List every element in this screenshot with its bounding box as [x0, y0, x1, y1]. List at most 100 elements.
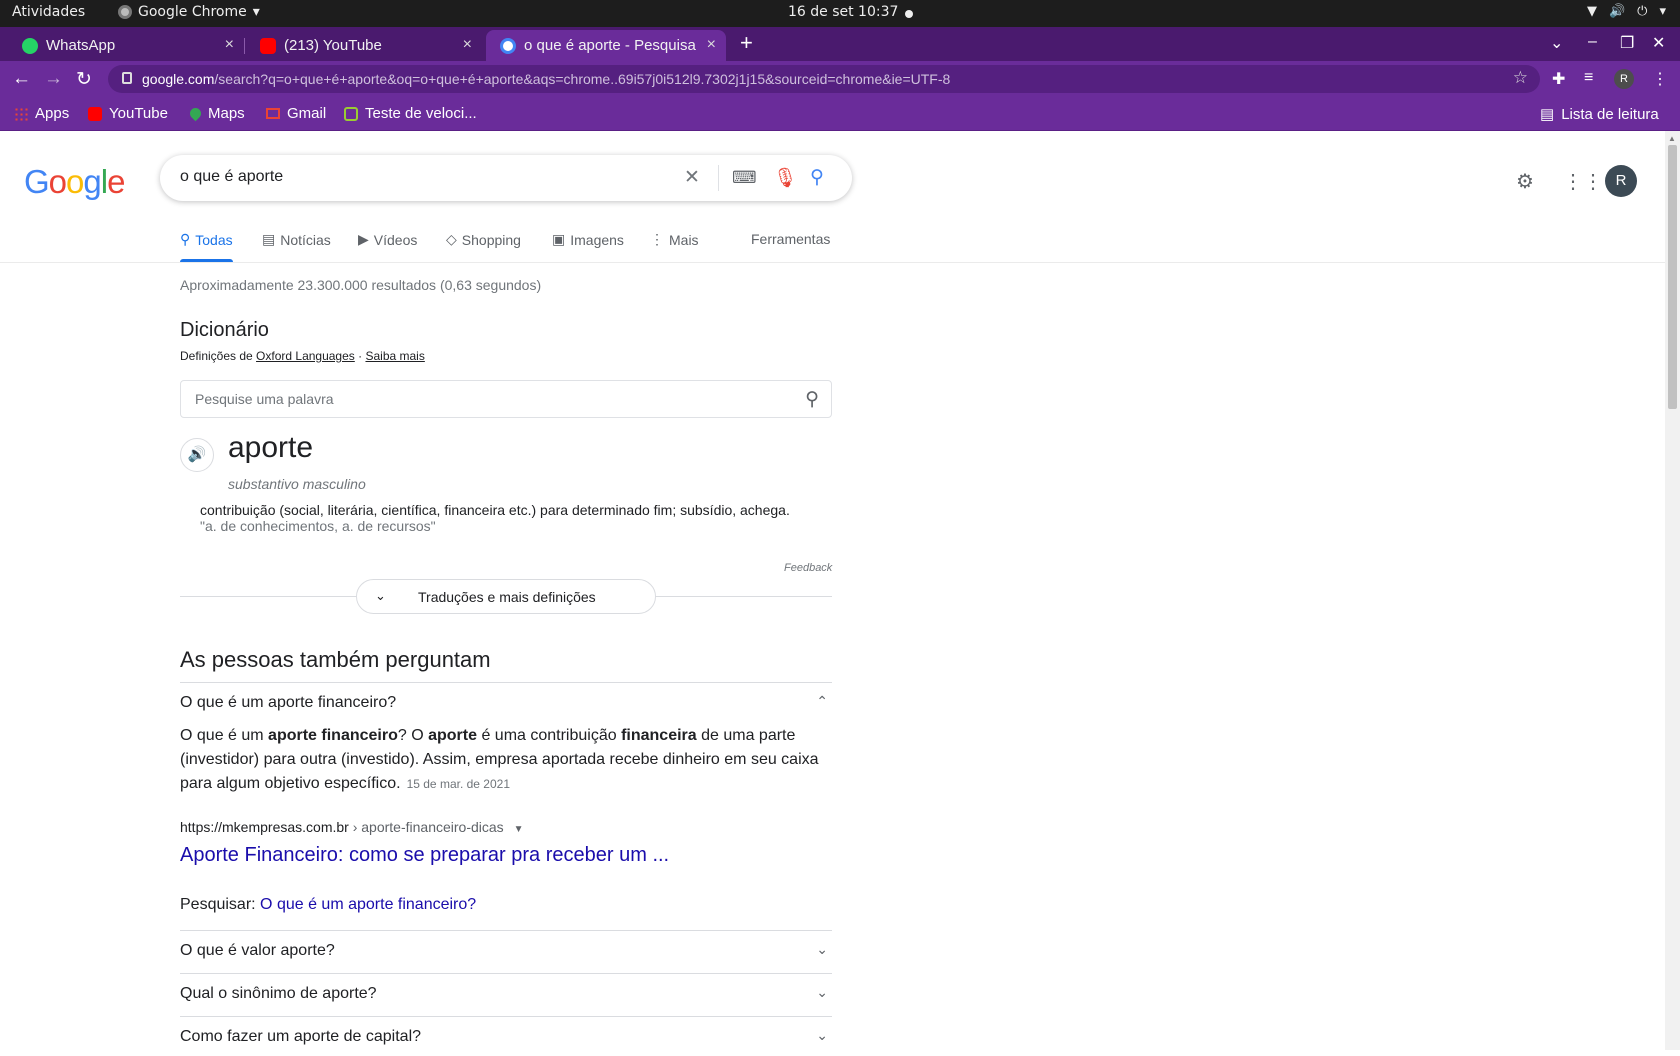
more-definitions-label: Traduções e mais definições [418, 589, 596, 605]
dictionary-search-input[interactable]: Pesquise uma palavra ⚲ [180, 380, 832, 418]
reading-list-label: Lista de leitura [1561, 105, 1659, 123]
tab-title: o que é aporte - Pesquisa [524, 37, 696, 54]
clock[interactable]: 16 de set 10:37 [788, 4, 898, 20]
result-cite[interactable]: https://mkempresas.com.br › aporte-finan… [180, 819, 523, 835]
bookmark-speedtest[interactable]: Teste de veloci... [344, 105, 477, 122]
question-text: Qual o sinônimo de aporte? [180, 985, 377, 1002]
paa-question-expanded[interactable]: O que é um aporte financeiro? ⌃ [180, 682, 832, 722]
part-of-speech: substantivo masculino [228, 476, 366, 492]
profile-avatar[interactable]: R [1614, 69, 1634, 89]
chevron-down-icon: ⌄ [375, 588, 386, 603]
tag-icon: ◇ [446, 231, 457, 247]
tab-more[interactable]: ⋮ Mais [650, 231, 699, 248]
tab-shopping[interactable]: ◇ Shopping [446, 231, 521, 248]
question-text: Como fazer um aporte de capital? [180, 1028, 422, 1045]
bookmark-gmail[interactable]: Gmail [266, 105, 326, 122]
media-queue-icon[interactable]: ≡ [1584, 69, 1593, 87]
navigation-bar: ← → ↻ google.com/search?q=o+que+é+aporte… [0, 61, 1680, 97]
lock-icon[interactable] [122, 72, 132, 84]
wifi-icon: ▼ [1586, 4, 1597, 19]
extensions-puzzle-icon[interactable]: ✚ [1552, 69, 1565, 89]
keyboard-icon[interactable]: ⌨ [732, 168, 757, 188]
close-icon[interactable]: × [707, 36, 716, 54]
clear-x-icon[interactable]: ✕ [684, 166, 700, 189]
video-play-icon: ▶ [358, 231, 369, 247]
youtube-icon [260, 37, 276, 54]
app-menu[interactable]: Google Chrome ▾ [118, 4, 260, 20]
bookmark-label: Maps [208, 105, 245, 122]
new-tab-button[interactable]: + [740, 30, 753, 56]
reload-icon[interactable]: ↻ [76, 68, 92, 91]
paa-question[interactable]: Qual o sinônimo de aporte? ⌄ [180, 973, 832, 1013]
tab-title: WhatsApp [46, 37, 116, 54]
search-box[interactable]: o que é aporte ✕ ⌨ 🎙 ⚲ [160, 155, 852, 201]
google-logo[interactable]: Google [24, 163, 125, 201]
bookmark-apps[interactable]: Apps [14, 105, 69, 122]
search-results-page: Google o que é aporte ✕ ⌨ 🎙 ⚲ ⚙ ⋮⋮⋮ R ⚲ T… [0, 131, 1680, 1050]
url-path: /search?q=o+que+é+aporte&oq=o+que+é+apor… [214, 71, 951, 87]
oxford-languages-link[interactable]: Oxford Languages [256, 349, 355, 363]
paa-question[interactable]: O que é valor aporte? ⌄ [180, 930, 832, 970]
scrollbar-thumb[interactable] [1668, 145, 1677, 409]
caret-down-icon[interactable]: ▼ [514, 824, 524, 835]
result-title-link[interactable]: Aporte Financeiro: como se preparar pra … [180, 844, 669, 867]
account-avatar[interactable]: R [1605, 165, 1637, 197]
tab-images[interactable]: ▣ Imagens [552, 231, 624, 248]
url-host: google.com [142, 71, 215, 87]
reading-list[interactable]: ▤ Lista de leitura [1540, 105, 1659, 124]
tabs-divider [0, 262, 1665, 263]
activities-button[interactable]: Atividades [12, 4, 85, 20]
question-text: O que é um aporte financeiro? [180, 694, 397, 711]
tab-label: Vídeos [373, 231, 418, 248]
back-arrow-icon[interactable]: ← [12, 68, 31, 90]
dictionary-source: Definições de Oxford Languages · Saiba m… [180, 349, 425, 363]
tab-google-search[interactable]: o que é aporte - Pesquisa × [486, 30, 726, 61]
restore-icon[interactable]: ❐ [1620, 33, 1634, 53]
paa-question[interactable]: Como fazer um aporte de capital? ⌄ [180, 1016, 832, 1056]
close-window-icon[interactable]: ✕ [1652, 33, 1665, 53]
more-definitions-button[interactable]: ⌄ Traduções e mais definições [356, 579, 656, 614]
question-text: O que é valor aporte? [180, 942, 335, 959]
search-input[interactable]: o que é aporte [180, 168, 283, 186]
url-text[interactable]: google.com/search?q=o+que+é+aporte&oq=o+… [142, 71, 950, 87]
close-icon[interactable]: × [463, 36, 472, 54]
maps-pin-icon [187, 105, 204, 122]
microphone-icon[interactable]: 🎙 [773, 166, 797, 190]
search-label: Pesquisar: [180, 896, 261, 913]
bookmark-star-icon[interactable]: ☆ [1513, 68, 1528, 88]
search-icon[interactable]: ⚲ [810, 166, 824, 189]
tab-youtube[interactable]: (213) YouTube × [246, 30, 482, 61]
definition-example: "a. de conhecimentos, a. de recursos" [200, 518, 436, 534]
learn-more-link[interactable]: Saiba mais [365, 349, 424, 363]
page-scrollbar[interactable]: ▲ [1665, 131, 1680, 1050]
feedback-link[interactable]: Feedback [784, 562, 832, 574]
tab-label: Notícias [280, 231, 331, 248]
dictionary-placeholder: Pesquise uma palavra [195, 391, 334, 407]
search-suggestion-link[interactable]: O que é um aporte financeiro? [260, 896, 476, 913]
system-tray[interactable]: ▼ 🔊 ⏻ ▾ [1587, 4, 1666, 19]
menu-kebab-icon[interactable]: ⋮ [1652, 69, 1668, 89]
whatsapp-icon [22, 37, 38, 54]
cite-path: › aporte-financeiro-dicas [348, 819, 504, 835]
bookmark-label: Apps [35, 105, 70, 122]
tab-search-icon[interactable]: ⌄ [1550, 33, 1563, 53]
tab-all[interactable]: ⚲ Todas [180, 231, 233, 262]
tab-news[interactable]: ▤ Notícias [262, 231, 331, 248]
tab-videos[interactable]: ▶ Vídeos [358, 231, 417, 248]
system-top-bar: Atividades Google Chrome ▾ 16 de set 10:… [0, 0, 1680, 27]
settings-gear-icon[interactable]: ⚙ [1516, 169, 1534, 194]
bookmark-youtube[interactable]: YouTube [88, 105, 168, 122]
bookmark-label: Gmail [287, 105, 327, 122]
scroll-up-arrow-icon[interactable]: ▲ [1668, 134, 1676, 143]
speaker-icon[interactable]: 🔊 [180, 438, 214, 472]
minimize-icon[interactable]: – [1588, 33, 1597, 51]
bookmark-label: Teste de veloci... [365, 105, 477, 122]
address-bar[interactable]: google.com/search?q=o+que+é+aporte&oq=o+… [108, 65, 1540, 93]
search-icon[interactable]: ⚲ [805, 388, 819, 411]
tab-tools[interactable]: Ferramentas [751, 231, 830, 247]
bookmark-maps[interactable]: Maps [187, 105, 245, 122]
source-prefix: Definições de [180, 349, 257, 363]
tab-whatsapp[interactable]: WhatsApp × [8, 30, 245, 61]
close-icon[interactable]: × [225, 36, 234, 54]
forward-arrow-icon[interactable]: → [44, 68, 63, 90]
